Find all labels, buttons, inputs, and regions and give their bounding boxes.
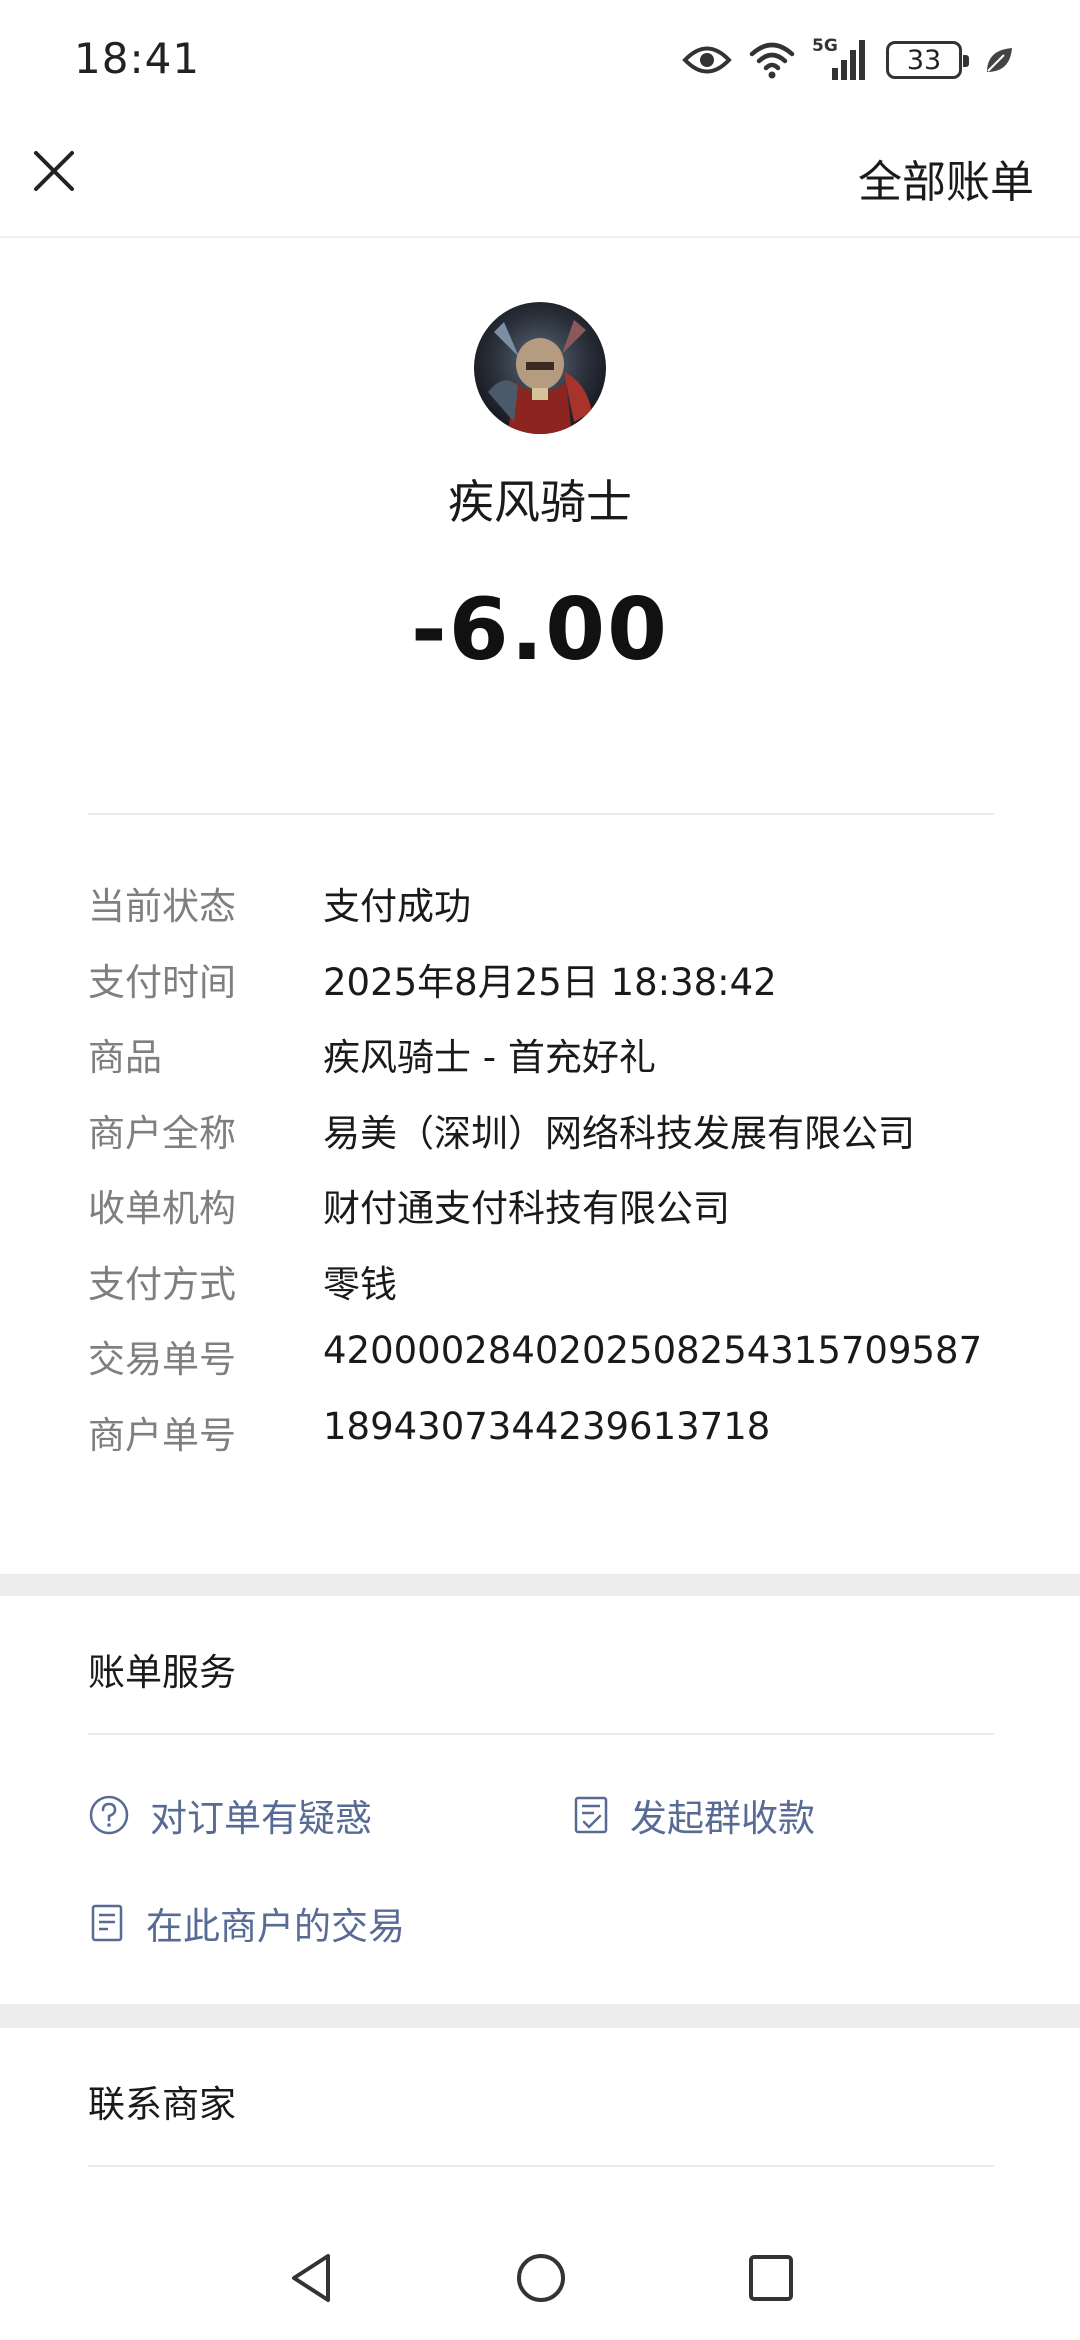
contact-merchant-title[interactable]: 联系商家 bbox=[88, 2074, 236, 2128]
divider bbox=[88, 1733, 994, 1735]
detail-row-transaction-id: 交易单号 4200002840202508254315709587 bbox=[88, 1329, 1008, 1405]
detail-label: 交易单号 bbox=[88, 1338, 236, 1381]
detail-row-payment-method: 支付方式 零钱 bbox=[88, 1254, 1008, 1330]
detail-label: 收单机构 bbox=[88, 1187, 236, 1230]
service-label: 在此商户的交易 bbox=[146, 1905, 405, 1948]
signal-icon: 5G bbox=[812, 36, 870, 82]
system-nav-bar bbox=[0, 2220, 1080, 2340]
top-bar: 全部账单 bbox=[0, 120, 1080, 238]
detail-value: 支付成功 bbox=[323, 885, 471, 928]
nav-recent-button[interactable] bbox=[746, 2250, 796, 2310]
group-collection-link[interactable]: 发起群收款 bbox=[572, 1788, 815, 1842]
detail-value: 易美（深圳）网络科技发展有限公司 bbox=[323, 1111, 915, 1155]
close-icon bbox=[34, 151, 74, 191]
all-bills-link[interactable]: 全部账单 bbox=[858, 146, 1034, 210]
detail-value: 财付通支付科技有限公司 bbox=[323, 1187, 730, 1230]
status-icons: 5G 33 bbox=[682, 36, 1014, 84]
detail-row-status: 当前状态 支付成功 bbox=[88, 876, 1008, 952]
battery-icon: 33 bbox=[886, 41, 969, 79]
home-circle-icon bbox=[517, 2254, 565, 2302]
close-button[interactable] bbox=[28, 145, 80, 197]
nav-home-button[interactable] bbox=[514, 2250, 568, 2310]
battery-level: 33 bbox=[906, 44, 942, 76]
detail-value: 疾风骑士 - 首充好礼 bbox=[323, 1036, 656, 1079]
merchant-avatar bbox=[474, 302, 606, 434]
detail-row-time: 支付时间 2025年8月25日 18:38:42 bbox=[88, 952, 1008, 1028]
detail-row-product: 商品 疾风骑士 - 首充好礼 bbox=[88, 1027, 1008, 1103]
document-icon bbox=[91, 1904, 123, 1942]
service-label: 对订单有疑惑 bbox=[150, 1797, 372, 1840]
merchant-transactions-link[interactable]: 在此商户的交易 bbox=[88, 1896, 405, 1950]
detail-value[interactable]: 4200002840202508254315709587 bbox=[323, 1329, 982, 1372]
back-triangle-icon bbox=[292, 2254, 330, 2302]
merchant-name: 疾风骑士 bbox=[448, 475, 632, 529]
divider bbox=[88, 813, 994, 815]
transaction-details: 当前状态 支付成功 支付时间 2025年8月25日 18:38:42 商品 疾风… bbox=[88, 876, 1008, 1480]
detail-label: 当前状态 bbox=[88, 885, 236, 928]
detail-label: 支付方式 bbox=[88, 1262, 236, 1306]
detail-label: 商户单号 bbox=[88, 1413, 236, 1457]
detail-value: 2025年8月25日 18:38:42 bbox=[323, 960, 777, 1004]
detail-label: 支付时间 bbox=[88, 960, 236, 1004]
nav-back-button[interactable] bbox=[286, 2250, 336, 2310]
recent-square-icon bbox=[749, 2255, 793, 2301]
question-circle-icon bbox=[89, 1795, 129, 1835]
order-question-link[interactable]: 对订单有疑惑 bbox=[88, 1788, 372, 1842]
service-label: 发起群收款 bbox=[630, 1797, 815, 1840]
eye-icon bbox=[682, 43, 732, 77]
divider bbox=[88, 2165, 994, 2167]
detail-label: 商户全称 bbox=[88, 1111, 236, 1155]
payment-amount: -6.00 bbox=[411, 580, 669, 680]
section-gap bbox=[0, 2004, 1080, 2028]
detail-row-merchant-order-id: 商户单号 1894307344239613718 bbox=[88, 1405, 1008, 1481]
detail-row-acquirer: 收单机构 财付通支付科技有限公司 bbox=[88, 1178, 1008, 1254]
detail-value[interactable]: 1894307344239613718 bbox=[323, 1405, 770, 1448]
leaf-icon bbox=[984, 45, 1014, 75]
section-gap bbox=[0, 1574, 1080, 1596]
bill-services-title: 账单服务 bbox=[88, 1651, 236, 1694]
detail-row-merchant-fullname: 商户全称 易美（深圳）网络科技发展有限公司 bbox=[88, 1103, 1008, 1179]
status-time: 18:41 bbox=[74, 34, 201, 83]
wifi-icon bbox=[748, 40, 796, 80]
checklist-icon bbox=[574, 1796, 608, 1834]
detail-value: 零钱 bbox=[323, 1262, 397, 1306]
detail-label: 商品 bbox=[88, 1036, 162, 1079]
status-bar: 18:41 5G 33 bbox=[0, 0, 1080, 120]
